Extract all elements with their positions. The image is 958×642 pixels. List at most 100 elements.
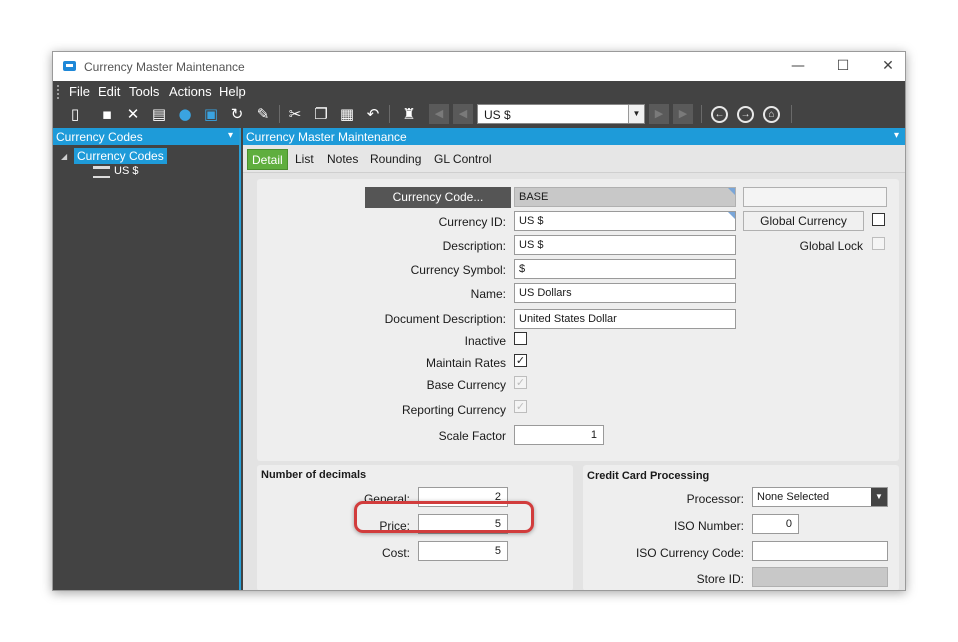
window-title: Currency Master Maintenance [84, 60, 245, 74]
menu-help[interactable]: Help [219, 84, 246, 99]
name-field[interactable]: US Dollars [514, 283, 736, 303]
menu-edit[interactable]: Edit [98, 84, 120, 99]
tab-detail[interactable]: Detail [247, 149, 288, 170]
currency-codes-pane: Currency Codes ▾ ◢ Currency Codes US $ [53, 128, 241, 590]
currency-codes-pane-header: Currency Codes ▾ [53, 128, 239, 145]
copy-icon[interactable]: ❐ [311, 104, 331, 124]
pin-icon[interactable]: ▾ [894, 130, 899, 141]
new-icon[interactable]: ▯ [65, 104, 85, 124]
paste-icon[interactable]: ▦ [337, 104, 357, 124]
currency-code-button[interactable]: Currency Code... [365, 187, 511, 208]
tree-item-us-dollar[interactable]: US $ [114, 165, 138, 177]
name-label: Name: [470, 287, 506, 301]
application-window: Currency Master Maintenance — ☐ ✕ File E… [52, 51, 906, 591]
number-of-decimals-title: Number of decimals [261, 469, 367, 481]
maintain-rates-checkbox[interactable]: ✓ [514, 354, 527, 367]
tab-bar: Detail List Notes Rounding GL Control [243, 145, 905, 173]
currency-id-label: Currency ID: [438, 215, 506, 229]
prev-record-icon[interactable]: ◀ [453, 104, 473, 124]
base-currency-label: Base Currency [426, 378, 506, 392]
home-icon[interactable]: ⌂ [763, 106, 780, 123]
currency-symbol-label: Currency Symbol: [410, 263, 506, 277]
blank-button[interactable] [743, 187, 887, 207]
book-icon[interactable]: ▤ [149, 104, 169, 124]
save-icon[interactable]: ▪ [97, 104, 117, 124]
currency-code-value: BASE [519, 191, 549, 203]
iso-currency-code-label: ISO Currency Code: [635, 546, 744, 560]
menu-tools[interactable]: Tools [129, 84, 159, 99]
field-corner-marker [728, 188, 735, 195]
forward-icon[interactable]: → [737, 106, 754, 123]
credit-card-processing-title: Credit Card Processing [587, 470, 710, 482]
price-highlight-annotation [354, 501, 534, 533]
inactive-label: Inactive [464, 334, 506, 348]
base-currency-checkbox[interactable]: ✓ [514, 376, 527, 389]
currency-master-pane: Currency Master Maintenance ▾ Detail Lis… [243, 128, 905, 590]
currency-code-field: BASE [514, 187, 736, 207]
pane-title: Currency Codes [56, 130, 143, 144]
delete-icon[interactable]: ✕ [123, 104, 143, 124]
iso-number-label: ISO Number: [673, 519, 744, 533]
processor-label: Processor: [686, 492, 744, 506]
toolbar-separator [701, 105, 702, 123]
reporting-currency-checkbox[interactable]: ✓ [514, 400, 527, 413]
currency-code-combo-value: US $ [484, 108, 511, 122]
document-description-field[interactable]: United States Dollar [514, 309, 736, 329]
currency-master-pane-header: Currency Master Maintenance ▾ [243, 128, 905, 145]
menu-bar: File Edit Tools Actions Help [53, 81, 905, 102]
global-currency-button[interactable]: Global Currency [743, 211, 864, 231]
clear-icon[interactable]: ✎ [253, 104, 273, 124]
tab-notes[interactable]: Notes [327, 152, 358, 166]
last-record-icon[interactable]: ▶ [673, 104, 693, 124]
menu-actions[interactable]: Actions [169, 84, 212, 99]
description-label: Description: [442, 239, 506, 253]
chevron-down-icon[interactable]: ▼ [871, 488, 887, 506]
menu-grip [57, 85, 59, 99]
cost-decimals-field[interactable]: 5 [418, 541, 508, 561]
search-binoculars-icon[interactable]: ♜ [399, 104, 419, 124]
toolbar-separator [791, 105, 792, 123]
currency-code-combo[interactable]: US $ ▼ [477, 104, 645, 124]
detail-panel: Currency Code... BASE Currency ID: US $ … [257, 179, 899, 461]
inactive-checkbox[interactable] [514, 332, 527, 345]
tree-expand-icon[interactable]: ◢ [61, 152, 67, 161]
first-record-icon[interactable]: ◀ [429, 104, 449, 124]
scale-factor-field[interactable]: 1 [514, 425, 604, 445]
menu-file[interactable]: File [69, 84, 90, 99]
currency-id-value: US $ [519, 215, 544, 227]
tab-gl-control[interactable]: GL Control [434, 152, 492, 166]
chevron-down-icon[interactable]: ▼ [628, 105, 644, 123]
title-bar: Currency Master Maintenance — ☐ ✕ [53, 52, 905, 81]
minimize-button[interactable]: — [775, 55, 821, 79]
refresh-icon[interactable]: ↻ [227, 104, 247, 124]
toolbar-separator [279, 105, 280, 123]
undo-icon[interactable]: ↶ [363, 104, 383, 124]
processor-select[interactable]: None Selected ▼ [752, 487, 888, 507]
credit-card-processing-panel: Credit Card Processing Processor: None S… [583, 465, 899, 590]
maintain-rates-label: Maintain Rates [425, 356, 506, 370]
iso-currency-code-field[interactable] [752, 541, 888, 561]
pin-icon[interactable]: ▾ [228, 130, 233, 141]
currency-symbol-field[interactable]: $ [514, 259, 736, 279]
toolbar: ▯ ▪ ✕ ▤ ● ▣ ↻ ✎ ✂ ❐ ▦ ↶ ♜ ◀ ◀ US $ ▼ ▶ ▶… [53, 102, 905, 127]
iso-number-field[interactable]: 0 [752, 514, 799, 534]
tab-list[interactable]: List [295, 152, 314, 166]
app-icon [63, 61, 76, 71]
global-lock-label: Global Lock [799, 239, 863, 253]
attach-icon[interactable]: ▣ [201, 104, 221, 124]
scale-factor-label: Scale Factor [438, 429, 506, 443]
back-icon[interactable]: ← [711, 106, 728, 123]
maximize-button[interactable]: ☐ [820, 55, 866, 79]
global-lock-checkbox[interactable] [872, 237, 885, 250]
tab-rounding[interactable]: Rounding [370, 152, 421, 166]
chat-icon[interactable]: ● [175, 104, 195, 124]
store-id-field [752, 567, 888, 587]
pane-title: Currency Master Maintenance [246, 130, 407, 144]
tree-item-currency-codes[interactable]: Currency Codes [74, 148, 167, 164]
close-button[interactable]: ✕ [865, 55, 905, 79]
description-field[interactable]: US $ [514, 235, 736, 255]
next-record-icon[interactable]: ▶ [649, 104, 669, 124]
currency-id-field[interactable]: US $ [514, 211, 736, 231]
global-currency-checkbox[interactable] [872, 213, 885, 226]
cut-icon[interactable]: ✂ [285, 104, 305, 124]
